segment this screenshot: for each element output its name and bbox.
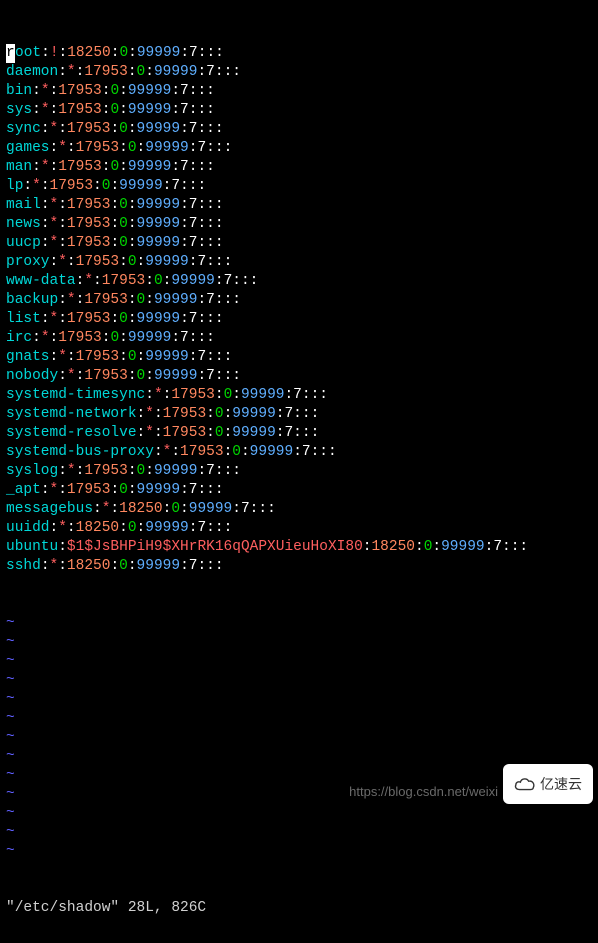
- shadow-entry: ubuntu:$1$JsBHPiH9$XHrRK16qQAPXUieuHoXI8…: [6, 538, 592, 557]
- shadow-entry: systemd-bus-proxy:*:17953:0:99999:7:::: [6, 443, 592, 462]
- shadow-entry: nobody:*:17953:0:99999:7:::: [6, 367, 592, 386]
- shadow-entry: systemd-resolve:*:17953:0:99999:7:::: [6, 424, 592, 443]
- shadow-entry: uucp:*:17953:0:99999:7:::: [6, 234, 592, 253]
- shadow-entry: sshd:*:18250:0:99999:7:::: [6, 557, 592, 576]
- empty-line-tilde: ~: [6, 633, 592, 652]
- shadow-entry: lp:*:17953:0:99999:7:::: [6, 177, 592, 196]
- shadow-entry: sys:*:17953:0:99999:7:::: [6, 101, 592, 120]
- shadow-entry: news:*:17953:0:99999:7:::: [6, 215, 592, 234]
- shadow-entry: proxy:*:17953:0:99999:7:::: [6, 253, 592, 272]
- cursor: r: [6, 44, 15, 63]
- empty-line-tilde: ~: [6, 709, 592, 728]
- shadow-entry: www-data:*:17953:0:99999:7:::: [6, 272, 592, 291]
- shadow-entry: uuidd:*:18250:0:99999:7:::: [6, 519, 592, 538]
- shadow-entry: syslog:*:17953:0:99999:7:::: [6, 462, 592, 481]
- cloud-icon: [514, 776, 536, 792]
- shadow-entry: games:*:17953:0:99999:7:::: [6, 139, 592, 158]
- watermark-url: https://blog.csdn.net/weixi: [349, 782, 498, 801]
- shadow-entry: systemd-network:*:17953:0:99999:7:::: [6, 405, 592, 424]
- shadow-entry: irc:*:17953:0:99999:7:::: [6, 329, 592, 348]
- empty-line-tilde: ~: [6, 690, 592, 709]
- shadow-entry: systemd-timesync:*:17953:0:99999:7:::: [6, 386, 592, 405]
- empty-line-tildes: ~~~~~~~~~~~~~: [6, 614, 592, 861]
- shadow-entry: backup:*:17953:0:99999:7:::: [6, 291, 592, 310]
- empty-line-tilde: ~: [6, 728, 592, 747]
- shadow-entry: man:*:17953:0:99999:7:::: [6, 158, 592, 177]
- empty-line-tilde: ~: [6, 671, 592, 690]
- shadow-entry: gnats:*:17953:0:99999:7:::: [6, 348, 592, 367]
- provider-badge: 亿速云: [503, 764, 593, 804]
- shadow-entry: messagebus:*:18250:0:99999:7:::: [6, 500, 592, 519]
- empty-line-tilde: ~: [6, 842, 592, 861]
- empty-line-tilde: ~: [6, 804, 592, 823]
- empty-line-tilde: ~: [6, 823, 592, 842]
- shadow-entry: root:!:18250:0:99999:7:::: [6, 44, 592, 63]
- file-content: root:!:18250:0:99999:7:::daemon:*:17953:…: [6, 44, 592, 576]
- empty-line-tilde: ~: [6, 747, 592, 766]
- shadow-entry: bin:*:17953:0:99999:7:::: [6, 82, 592, 101]
- shadow-entry: _apt:*:17953:0:99999:7:::: [6, 481, 592, 500]
- shadow-entry: mail:*:17953:0:99999:7:::: [6, 196, 592, 215]
- badge-text: 亿速云: [540, 775, 582, 794]
- shadow-entry: sync:*:17953:0:99999:7:::: [6, 120, 592, 139]
- shadow-entry: list:*:17953:0:99999:7:::: [6, 310, 592, 329]
- empty-line-tilde: ~: [6, 614, 592, 633]
- shadow-entry: daemon:*:17953:0:99999:7:::: [6, 63, 592, 82]
- vim-status-line: "/etc/shadow" 28L, 826C: [6, 899, 592, 918]
- empty-line-tilde: ~: [6, 652, 592, 671]
